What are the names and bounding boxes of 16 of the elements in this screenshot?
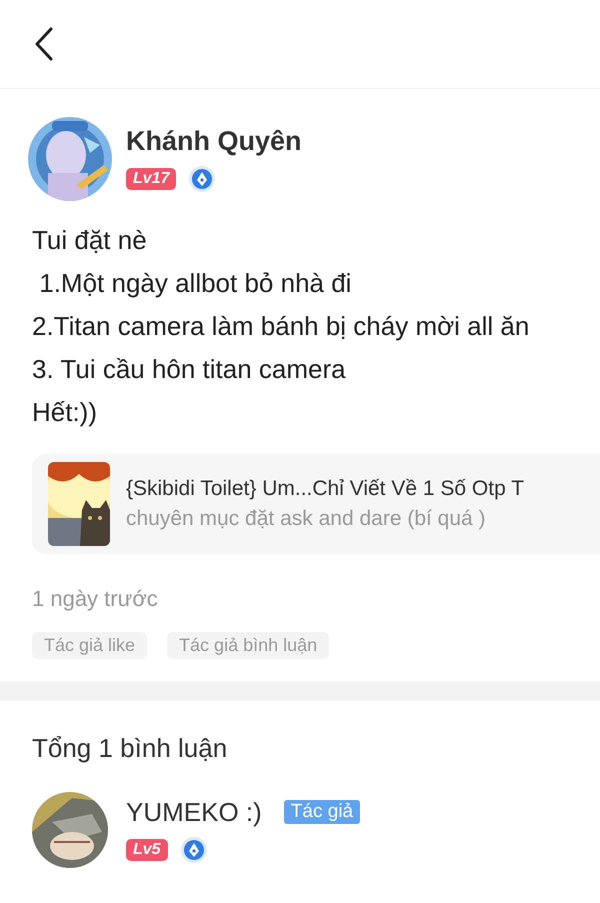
pen-nib-icon (188, 164, 216, 192)
story-card[interactable]: {Skibidi Toilet} Um...Chỉ Viết Về 1 Số Otp T chuyên mục đặt ask and dare (bí quá ) (32, 454, 600, 554)
story-subtitle: chuyên mục đặt ask and dare (bí quá ) (126, 507, 487, 531)
comment-count: Tổng 1 bình luận (32, 733, 228, 764)
back-icon[interactable] (34, 27, 54, 61)
tag: Tác giả like (32, 632, 148, 659)
commenter-name: YUMEKO :) (126, 796, 262, 828)
post-text: Tui đặt nè 1.Một ngày allbot bỏ nhà đi 2.Titan camera làm bánh bị cháy mời all ăn 3. Tui cầu hôn titan camera Hết:)) (32, 224, 530, 429)
tag: Tác giả bình luận (167, 632, 330, 659)
level-badge: Lv5 (126, 838, 168, 860)
pen-nib-icon (180, 836, 208, 864)
author-badge: Tác giả (284, 800, 360, 824)
story-title: {Skibidi Toilet} Um...Chỉ Viết Về 1 Số Otp T (126, 477, 524, 501)
post-time: 1 ngày trước (32, 586, 159, 612)
level-badge: Lv17 (126, 168, 176, 190)
author-name: Khánh Quyên (126, 126, 302, 156)
